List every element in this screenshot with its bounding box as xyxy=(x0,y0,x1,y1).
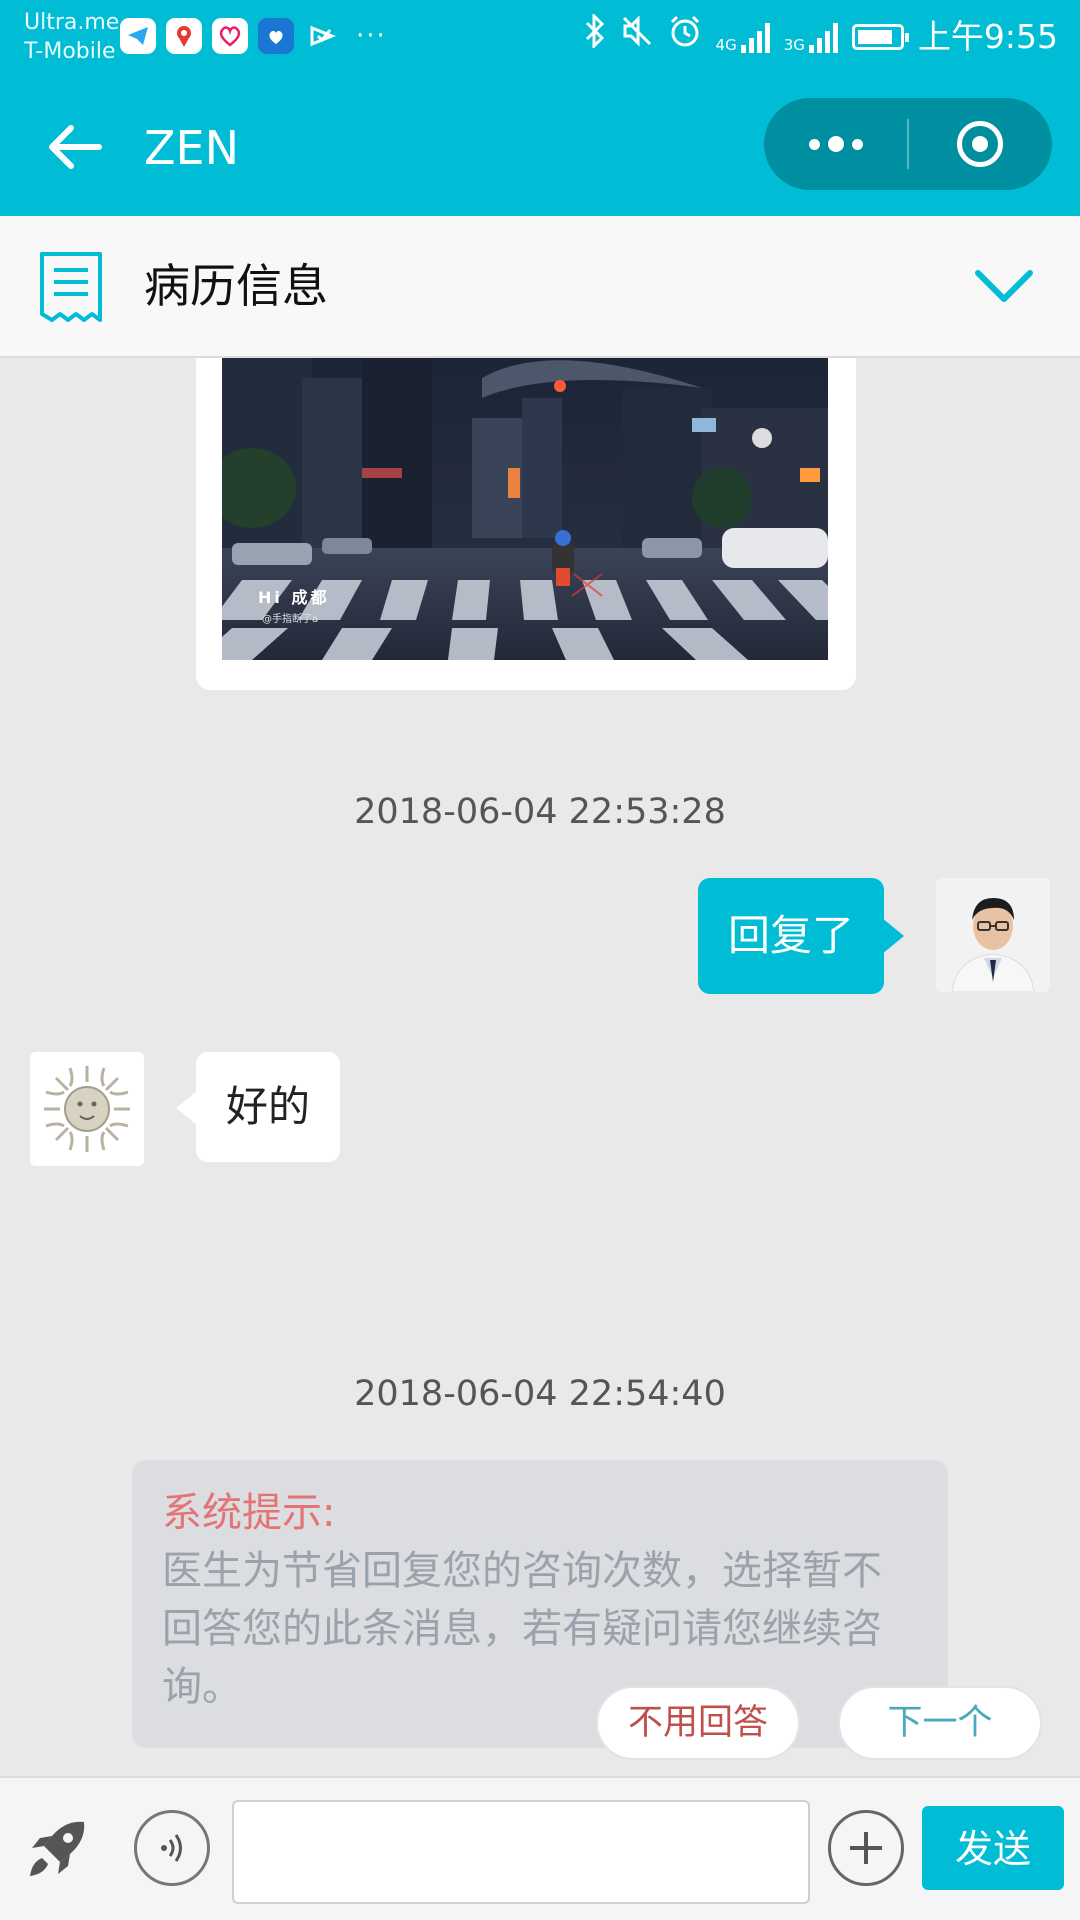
no-reply-button[interactable]: 不用回答 xyxy=(596,1686,800,1760)
plus-icon xyxy=(850,1832,882,1864)
receipt-icon xyxy=(40,252,102,322)
check-icon xyxy=(304,18,340,54)
signal-icon xyxy=(740,21,770,53)
message-input[interactable] xyxy=(232,1800,810,1904)
signal-4g: 4G xyxy=(716,21,770,53)
message-timestamp: 2018-06-04 22:53:28 xyxy=(354,792,726,832)
carrier-line-2: T-Mobile xyxy=(24,39,116,64)
send-button[interactable]: 发送 xyxy=(922,1806,1064,1890)
more-dots-icon xyxy=(808,136,863,152)
target-circle-icon xyxy=(957,121,1004,167)
status-bar: Ultra.me T-Mobile ··· 4G 3G 上午9:55 xyxy=(0,0,1080,78)
page-title: ZEN xyxy=(144,121,239,175)
system-tip-body: 医生为节省回复您的咨询次数，选择暂不回答您的此条消息，若有疑问请您继续咨询。 xyxy=(162,1548,882,1710)
clock: 上午9:55 xyxy=(917,16,1058,56)
medical-record-header[interactable]: 病历信息 xyxy=(0,216,1080,358)
battery-icon xyxy=(851,23,909,50)
shared-photo[interactable]: Hi 成都 @手指断了a xyxy=(222,358,828,660)
alarm-icon xyxy=(668,14,702,59)
chevron-down-icon xyxy=(975,270,1033,302)
image-message[interactable]: Hi 成都 @手指断了a xyxy=(196,358,856,690)
add-attachment-button[interactable] xyxy=(828,1810,904,1886)
system-indicators: 4G 3G 上午9:55 xyxy=(584,12,1058,59)
message-timestamp-2: 2018-06-04 22:54:40 xyxy=(354,1374,726,1414)
maps-icon xyxy=(166,18,202,54)
telegram-icon xyxy=(120,18,156,54)
rocket-icon xyxy=(30,1821,85,1876)
health-icon xyxy=(212,18,248,54)
miniprogram-capsule xyxy=(764,98,1052,190)
system-tip-box: 系统提示: 医生为节省回复您的咨询次数，选择暂不回答您的此条消息，若有疑问请您继… xyxy=(132,1460,948,1748)
back-button[interactable] xyxy=(40,114,110,180)
medical-record-title: 病历信息 xyxy=(144,259,328,313)
battery-fill xyxy=(857,29,892,44)
photo-watermark: @手指断了a xyxy=(262,614,319,625)
rocket-button[interactable] xyxy=(22,1812,94,1884)
more-notifications: ··· xyxy=(356,21,387,51)
close-miniprogram-button[interactable] xyxy=(909,98,1052,190)
network-type-2: 3G xyxy=(783,35,805,54)
next-button[interactable]: 下一个 xyxy=(838,1686,1042,1760)
incoming-message-bubble[interactable]: 好的 xyxy=(175,1052,341,1162)
system-tip-title: 系统提示: xyxy=(162,1490,336,1536)
mute-icon xyxy=(620,14,654,59)
expand-record-button[interactable] xyxy=(966,262,1042,312)
arrow-left-icon xyxy=(49,125,102,169)
notification-icons: ··· xyxy=(120,18,387,54)
signal-icon-2 xyxy=(808,21,838,53)
photo-caption: Hi 成都 xyxy=(258,588,330,607)
outgoing-message-bubble[interactable]: 回复了 xyxy=(697,878,905,994)
bluetooth-icon xyxy=(584,12,606,59)
input-bar: 发送 xyxy=(0,1776,1080,1920)
more-menu-button[interactable] xyxy=(764,98,907,190)
signal-3g: 3G xyxy=(784,21,838,53)
voice-icon xyxy=(161,1834,182,1862)
title-bar: ZEN xyxy=(0,78,1080,216)
voice-button[interactable] xyxy=(134,1810,210,1886)
network-type-1: 4G xyxy=(715,35,737,54)
baidu-icon xyxy=(258,18,294,54)
carrier-info: Ultra.me T-Mobile xyxy=(24,8,119,66)
doctor-avatar[interactable] xyxy=(936,878,1050,992)
chat-area[interactable]: Hi 成都 @手指断了a 2018-06-04 22:53:28 回复了 好的 … xyxy=(0,358,1080,1776)
patient-avatar[interactable] xyxy=(30,1052,144,1166)
carrier-line-1: Ultra.me xyxy=(24,10,120,35)
